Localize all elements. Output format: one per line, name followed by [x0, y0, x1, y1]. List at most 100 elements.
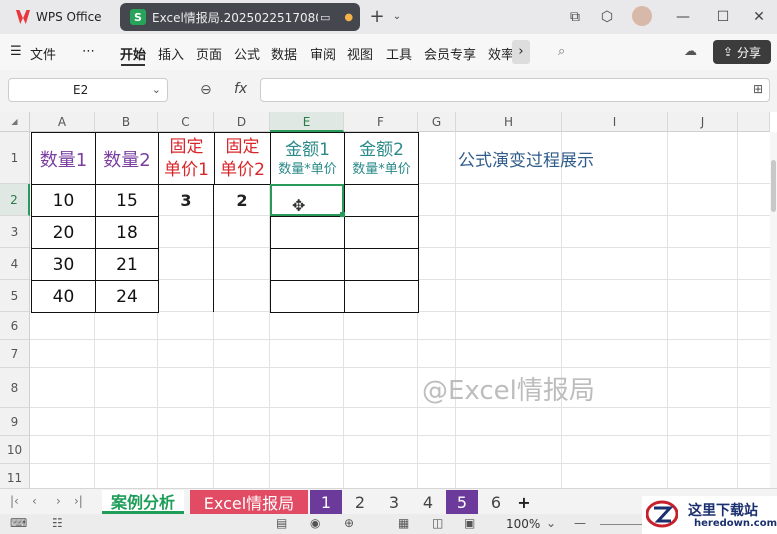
zoom-out-icon[interactable]: — — [574, 516, 586, 530]
zoom-dropdown-icon[interactable]: ⌄ — [546, 516, 556, 530]
crosshair-icon[interactable]: ⊕ — [344, 516, 354, 530]
col-header-j[interactable]: J — [668, 112, 738, 132]
expand-formula-icon[interactable]: ⊞ — [753, 82, 763, 96]
avatar[interactable] — [632, 6, 652, 26]
cell-a1[interactable]: 数量1 — [31, 132, 96, 185]
col-header-a[interactable]: A — [30, 112, 95, 132]
add-sheet-button[interactable]: + — [514, 490, 534, 514]
sheet-tab-excel[interactable]: Excel情报局 — [190, 490, 308, 514]
sheet-tab-2[interactable]: 2 — [344, 490, 376, 514]
minimize-button[interactable]: — — [674, 8, 692, 26]
menu-data[interactable]: 数据 — [271, 44, 297, 63]
col-header-i[interactable]: I — [562, 112, 668, 132]
row-header-2[interactable]: 2 — [0, 184, 30, 216]
row-header-7[interactable]: 7 — [0, 340, 30, 368]
col-header-e[interactable]: E — [270, 112, 344, 132]
hamburger-icon[interactable]: ☰ — [10, 44, 22, 59]
col-header-h[interactable]: H — [456, 112, 562, 132]
cell-b2[interactable]: 15 — [95, 184, 159, 217]
formula-input[interactable]: ⊞ — [260, 78, 770, 102]
row-header-3[interactable]: 3 — [0, 216, 30, 248]
sheet-tab-1[interactable]: 1 — [310, 490, 342, 514]
cell-e5[interactable] — [270, 280, 345, 313]
cell-e1[interactable]: 金额1 数量*单价 — [270, 132, 345, 185]
cell-f3[interactable] — [344, 216, 419, 249]
row-header-8[interactable]: 8 — [0, 368, 30, 408]
menu-efficiency[interactable]: 效率 — [488, 44, 512, 63]
row-header-11[interactable]: 11 — [0, 464, 30, 488]
search-icon[interactable]: ⌕ — [558, 44, 565, 59]
sheet-tab-3[interactable]: 3 — [378, 490, 410, 514]
sheet-tab-4[interactable]: 4 — [412, 490, 444, 514]
cell-b5[interactable]: 24 — [95, 280, 159, 313]
last-sheet-icon[interactable]: ›| — [74, 494, 83, 508]
chevron-down-icon[interactable]: ⌄ — [152, 79, 161, 101]
col-header-f[interactable]: F — [344, 112, 418, 132]
cell-b1[interactable]: 数量2 — [95, 132, 159, 185]
menu-review[interactable]: 审阅 — [310, 44, 336, 63]
vertical-scrollbar-thumb[interactable] — [771, 160, 776, 212]
cell-a4[interactable]: 30 — [31, 248, 96, 281]
menu-tools[interactable]: 工具 — [386, 44, 412, 63]
cell-a5[interactable]: 40 — [31, 280, 96, 313]
menu-more[interactable]: ⋯ — [82, 44, 95, 59]
zoom-level[interactable]: 100% — [506, 517, 540, 531]
col-header-b[interactable]: B — [95, 112, 158, 132]
menu-member[interactable]: 会员专享 — [424, 44, 476, 63]
cell-c2[interactable]: 3 — [158, 184, 214, 216]
col-header-k[interactable] — [738, 112, 770, 132]
eye-icon[interactable]: ◉ — [310, 516, 320, 530]
tab-list-chevron-icon[interactable]: ⌄ — [388, 8, 406, 26]
cell-b4[interactable]: 21 — [95, 248, 159, 281]
cell-e3[interactable] — [270, 216, 345, 249]
first-sheet-icon[interactable]: |‹ — [10, 494, 19, 508]
macro-icon[interactable]: ⌨ — [10, 516, 27, 530]
spreadsheet-grid[interactable]: ◢ A B C D E F G H I J 1 2 3 4 5 6 7 8 9 … — [0, 112, 777, 488]
fill-handle[interactable] — [340, 212, 345, 217]
cell-f5[interactable] — [344, 280, 419, 313]
cell-a3[interactable]: 20 — [31, 216, 96, 249]
share-button[interactable]: ⇪ 分享 — [713, 40, 771, 64]
menu-page[interactable]: 页面 — [196, 44, 222, 63]
maximize-button[interactable]: ☐ — [714, 8, 732, 26]
fx-icon[interactable]: fx — [234, 81, 247, 97]
cloud-upload-icon[interactable]: ☁ — [684, 44, 697, 59]
sheet-tab-5[interactable]: 5 — [446, 490, 478, 514]
restore-window-icon[interactable]: ⧉ — [566, 8, 584, 26]
cell-e4[interactable] — [270, 248, 345, 281]
next-sheet-icon[interactable]: › — [56, 494, 61, 508]
close-button[interactable]: ✕ — [750, 8, 768, 26]
name-box[interactable]: E2 ⌄ — [8, 78, 168, 102]
cell-d2[interactable]: 2 — [214, 184, 270, 216]
select-all-corner[interactable]: ◢ — [0, 112, 30, 132]
doc-icon[interactable]: ☷ — [52, 516, 63, 530]
tab-excel-file[interactable]: S Excel情报局.20250225170806 ▭ ● — [120, 3, 360, 31]
pages-icon[interactable]: ▤ — [276, 516, 287, 530]
col-header-d[interactable]: D — [214, 112, 270, 132]
zoom-search-icon[interactable]: ⊖ — [200, 82, 212, 98]
tab-wps-office[interactable]: WPS Office — [6, 3, 116, 31]
split-view-icon[interactable]: ◫ — [432, 516, 443, 530]
menu-file[interactable]: 文件 — [30, 44, 56, 63]
row-header-9[interactable]: 9 — [0, 408, 30, 436]
cell-f2[interactable] — [344, 184, 419, 217]
menu-home[interactable]: 开始 — [120, 44, 146, 63]
col-header-g[interactable]: G — [418, 112, 456, 132]
cell-b3[interactable]: 18 — [95, 216, 159, 249]
cell-a2[interactable]: 10 — [31, 184, 96, 217]
sheet-tab-case[interactable]: 案例分析 — [102, 490, 184, 514]
prev-sheet-icon[interactable]: ‹ — [32, 494, 37, 508]
menu-formula[interactable]: 公式 — [234, 44, 260, 63]
cube-icon[interactable]: ⬡ — [598, 8, 616, 26]
page-view-icon[interactable]: ▣ — [464, 516, 475, 530]
active-cell-selection[interactable] — [270, 184, 344, 216]
sheet-tab-6[interactable]: 6 — [480, 490, 512, 514]
menu-view[interactable]: 视图 — [347, 44, 373, 63]
cell-f4[interactable] — [344, 248, 419, 281]
row-header-5[interactable]: 5 — [0, 280, 30, 312]
menu-scroll-right-icon[interactable]: › — [512, 40, 530, 64]
new-tab-button[interactable]: + — [368, 8, 386, 26]
row-header-10[interactable]: 10 — [0, 436, 30, 464]
normal-view-icon[interactable]: ▦ — [398, 516, 409, 530]
row-header-4[interactable]: 4 — [0, 248, 30, 280]
